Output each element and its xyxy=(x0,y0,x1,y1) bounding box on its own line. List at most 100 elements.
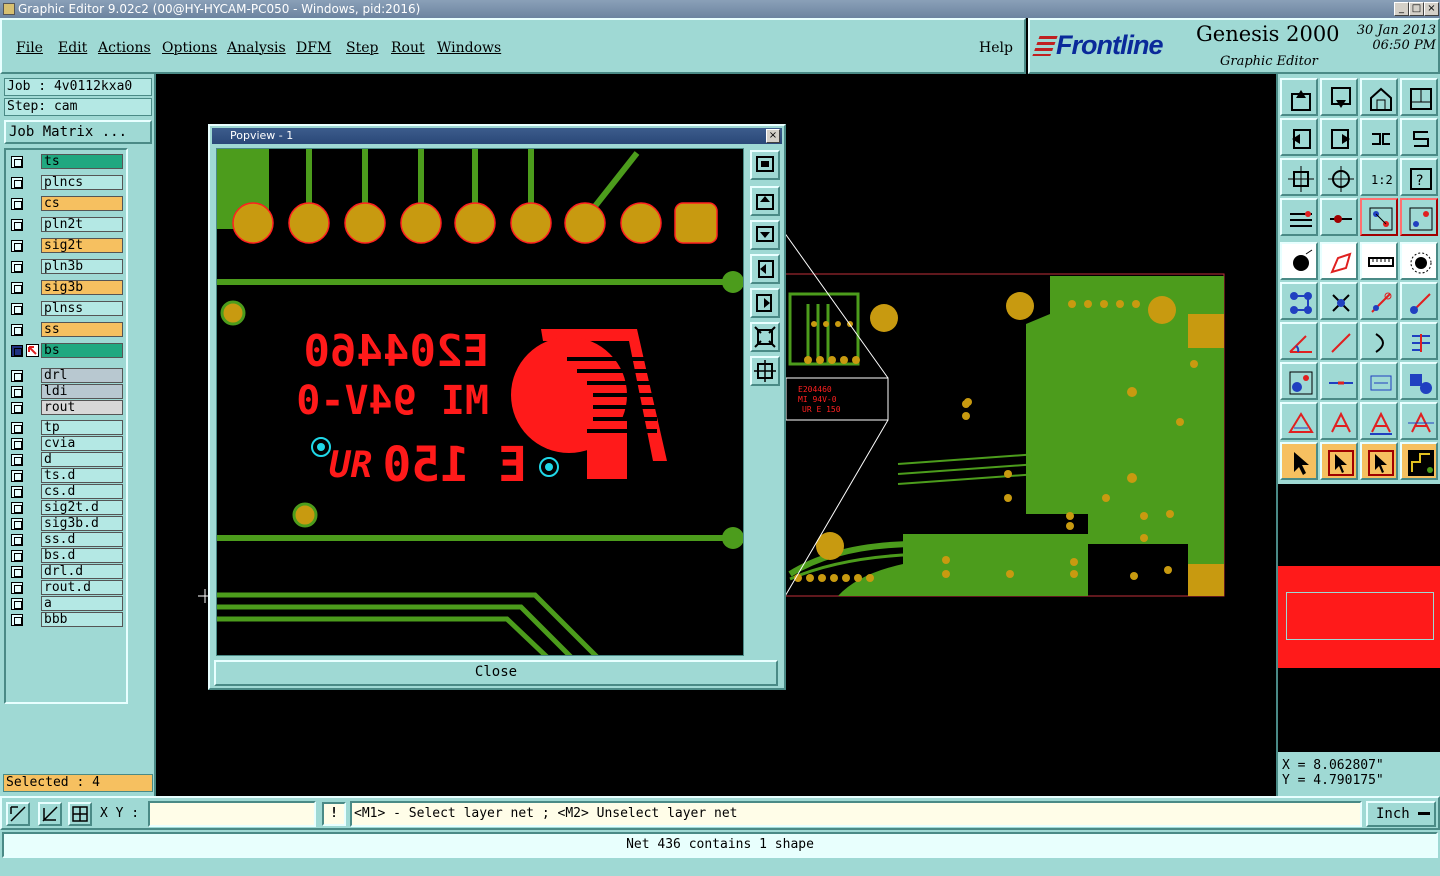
popview-close-button[interactable]: Close xyxy=(214,660,778,686)
layer-checkbox[interactable] xyxy=(11,282,23,294)
diag-line-tool-button[interactable] xyxy=(1320,322,1358,360)
cross-tool-button[interactable] xyxy=(1320,282,1358,320)
dimension-tool-button[interactable] xyxy=(1360,362,1398,400)
layer-name[interactable]: ss xyxy=(41,322,123,337)
close-window-button[interactable]: × xyxy=(1424,2,1439,16)
menu-rout[interactable]: Rout xyxy=(391,40,425,56)
layer-name[interactable]: a xyxy=(41,596,123,611)
pan-right-tool-button[interactable] xyxy=(1320,118,1358,156)
minus-line-tool-button[interactable] xyxy=(1320,362,1358,400)
layer-name[interactable]: bbb xyxy=(41,612,123,627)
arc-tool-button[interactable] xyxy=(1360,322,1398,360)
popview-pan-up-button[interactable] xyxy=(750,186,780,216)
home-tool-button[interactable] xyxy=(1360,78,1398,116)
measure-icon[interactable] xyxy=(38,802,62,826)
snap-icon[interactable] xyxy=(6,802,30,826)
layer-checkbox[interactable] xyxy=(11,438,23,450)
layer-checkbox[interactable] xyxy=(11,219,23,231)
net-select-tool-button[interactable] xyxy=(1400,198,1438,236)
unit-select[interactable]: Inch xyxy=(1366,801,1436,827)
layer-name[interactable]: plncs xyxy=(41,175,123,190)
pointer-select-tool-button[interactable] xyxy=(1320,442,1358,480)
popview-canvas[interactable]: E204460 MI 94V-0 UR E 150 xyxy=(216,148,744,656)
grid-icon[interactable] xyxy=(68,802,92,826)
layer-checkbox[interactable] xyxy=(11,386,23,398)
text-a-tool-button[interactable] xyxy=(1320,402,1358,440)
layer-checkbox[interactable] xyxy=(11,324,23,336)
layer-name[interactable]: drl xyxy=(41,368,123,383)
angle-tool-button[interactable] xyxy=(1280,322,1318,360)
layer-name[interactable]: pln3b xyxy=(41,259,123,274)
ruler-tool-button[interactable] xyxy=(1360,242,1398,280)
layer-name[interactable]: bs.d xyxy=(41,548,123,563)
layer-checkbox[interactable] xyxy=(11,598,23,610)
line-arrow-tool-button[interactable] xyxy=(1400,282,1438,320)
layer-name[interactable]: d xyxy=(41,452,123,467)
circle-select-tool-button[interactable] xyxy=(1400,242,1438,280)
layer-name[interactable]: ss.d xyxy=(41,532,123,547)
warning-button[interactable]: ! xyxy=(322,802,346,826)
layer-checkbox[interactable] xyxy=(11,614,23,626)
layer-checkbox[interactable] xyxy=(11,566,23,578)
text-a2-tool-button[interactable] xyxy=(1360,402,1398,440)
layer-name[interactable]: sig2t.d xyxy=(41,500,123,515)
layer-name[interactable]: sig3b xyxy=(41,280,123,295)
layer-name[interactable]: sig3b.d xyxy=(41,516,123,531)
popview-pan-down-button[interactable] xyxy=(750,220,780,250)
menu-analysis[interactable]: Analysis xyxy=(227,40,286,56)
layer-up-tool-button[interactable] xyxy=(1280,78,1318,116)
layer-name[interactable]: ldi xyxy=(41,384,123,399)
features-tool-button[interactable] xyxy=(1280,198,1318,236)
popview-zoom-window-button[interactable] xyxy=(750,150,780,180)
job-matrix-button[interactable]: Job Matrix ... xyxy=(4,120,152,144)
layer-name[interactable]: cs.d xyxy=(41,484,123,499)
xy-input[interactable] xyxy=(148,801,316,827)
net-tool-button[interactable] xyxy=(1320,198,1358,236)
layer-name[interactable]: cvia xyxy=(41,436,123,451)
layer-checkbox[interactable] xyxy=(11,486,23,498)
maximize-button[interactable]: □ xyxy=(1409,2,1424,16)
layer-name[interactable]: tp xyxy=(41,420,123,435)
layer-checkbox[interactable] xyxy=(11,303,23,315)
pointer-tool-button[interactable] xyxy=(1280,442,1318,480)
layer-checkbox[interactable] xyxy=(11,550,23,562)
layer-checkbox[interactable] xyxy=(11,345,23,357)
layer-name[interactable]: plnss xyxy=(41,301,123,316)
layer-checkbox[interactable] xyxy=(11,582,23,594)
layer-checkbox[interactable] xyxy=(11,422,23,434)
layer-name[interactable]: ts.d xyxy=(41,468,123,483)
redraw-tool-button[interactable] xyxy=(1400,118,1438,156)
swap-tool-button[interactable] xyxy=(1360,118,1398,156)
layer-checkbox[interactable] xyxy=(11,502,23,514)
triangle-tool-button[interactable] xyxy=(1280,402,1318,440)
popview-fit-button[interactable] xyxy=(750,322,780,352)
layer-down-tool-button[interactable] xyxy=(1320,78,1358,116)
minimize-button[interactable]: _ xyxy=(1394,2,1409,16)
window-tool-button[interactable] xyxy=(1400,78,1438,116)
layer-name[interactable]: ts xyxy=(41,154,123,169)
layer-name[interactable]: cs xyxy=(41,196,123,211)
filter-tool-button[interactable] xyxy=(1400,322,1438,360)
fit-tool-button[interactable] xyxy=(1280,158,1318,196)
menu-actions[interactable]: Actions xyxy=(98,40,151,56)
connect-tool-button[interactable] xyxy=(1360,198,1398,236)
pan-left-tool-button[interactable] xyxy=(1280,118,1318,156)
overview-map[interactable] xyxy=(1278,484,1440,752)
pad-tool-button[interactable] xyxy=(1280,242,1318,280)
edit-shape-tool-button[interactable] xyxy=(1320,242,1358,280)
menu-file[interactable]: File xyxy=(16,40,43,56)
menu-edit[interactable]: Edit xyxy=(58,40,87,56)
layer-checkbox[interactable] xyxy=(11,454,23,466)
layer-checkbox[interactable] xyxy=(11,177,23,189)
shapes-tool-button[interactable] xyxy=(1400,362,1438,400)
popview-zoom-button[interactable] xyxy=(750,356,780,386)
text-a3-tool-button[interactable] xyxy=(1400,402,1438,440)
menu-options[interactable]: Options xyxy=(162,40,217,56)
scale-tool-button[interactable]: 1:2 xyxy=(1360,158,1398,196)
layer-checkbox[interactable] xyxy=(11,156,23,168)
center-tool-button[interactable] xyxy=(1320,158,1358,196)
line-end-tool-button[interactable] xyxy=(1360,282,1398,320)
layer-checkbox[interactable] xyxy=(11,198,23,210)
layer-checkbox[interactable] xyxy=(11,518,23,530)
layer-name[interactable]: rout.d xyxy=(41,580,123,595)
